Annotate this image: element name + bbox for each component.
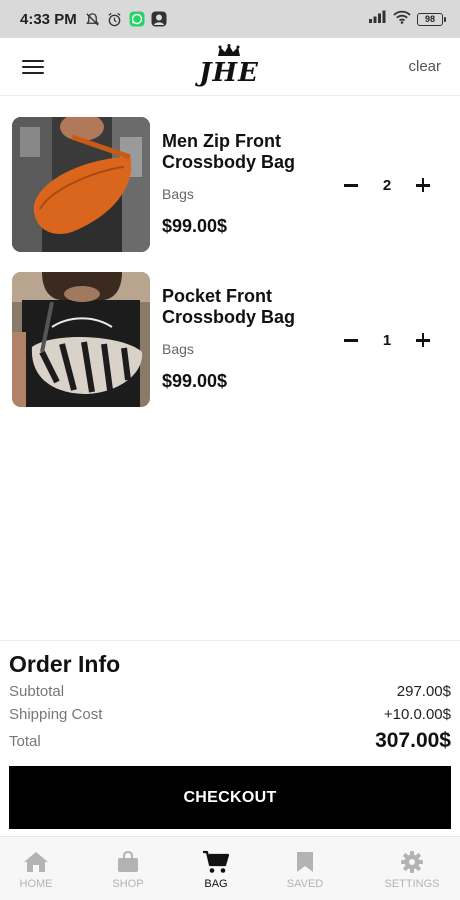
- product-price: $99.00$: [162, 216, 228, 236]
- cart-item: Pocket Front Crossbody Bag Bags $99.00$ …: [12, 272, 448, 408]
- hamburger-menu-icon[interactable]: [20, 56, 46, 78]
- nav-label: HOME: [19, 878, 53, 890]
- bookmark-icon: [296, 851, 314, 873]
- nav-item-saved[interactable]: SAVED: [265, 851, 345, 890]
- product-image[interactable]: [12, 272, 150, 407]
- app-header: JHE clear: [0, 38, 460, 96]
- status-time: 4:33 PM: [20, 10, 77, 28]
- gear-icon: [401, 851, 423, 873]
- logo-text: JHE: [199, 58, 259, 88]
- order-info-panel: Order Info Subtotal 297.00$ Shipping Cos…: [0, 640, 460, 836]
- shipping-row: Shipping Cost +10.0.00$: [9, 706, 451, 723]
- shipping-label: Shipping Cost: [9, 706, 103, 723]
- cart-icon: [202, 850, 230, 873]
- profile-icon: [151, 11, 167, 27]
- quantity-value: 2: [382, 176, 392, 194]
- clear-button[interactable]: clear: [408, 58, 441, 75]
- cart-screen: 4:33 PM 98 JHE clear Men Zip Front Cross…: [0, 0, 460, 900]
- order-info-title: Order Info: [9, 651, 121, 677]
- status-left-icons: [85, 11, 167, 27]
- nav-item-bag[interactable]: BAG: [176, 850, 256, 890]
- nav-label: SAVED: [286, 878, 324, 890]
- cart-item: Men Zip Front Crossbody Bag Bags $99.00$…: [12, 117, 448, 253]
- product-title[interactable]: Pocket Front Crossbody Bag: [162, 286, 322, 328]
- subtotal-row: Subtotal 297.00$: [9, 683, 451, 700]
- product-title[interactable]: Men Zip Front Crossbody Bag: [162, 131, 322, 173]
- brand-logo: JHE: [198, 44, 260, 92]
- status-bar: 4:33 PM 98: [0, 0, 460, 38]
- increase-quantity-button[interactable]: [414, 176, 432, 194]
- increase-quantity-button[interactable]: [414, 331, 432, 349]
- nav-item-settings[interactable]: SETTINGS: [372, 851, 452, 890]
- subtotal-value: 297.00$: [396, 683, 451, 700]
- nav-item-shop[interactable]: SHOP: [88, 851, 168, 890]
- quantity-value: 1: [382, 331, 392, 349]
- product-category: Bags: [162, 341, 194, 357]
- alarm-icon: [107, 11, 123, 27]
- wifi-icon: [393, 10, 411, 29]
- shipping-value: +10.0.00$: [383, 706, 451, 723]
- notifications-off-icon: [85, 11, 101, 27]
- product-image[interactable]: [12, 117, 150, 252]
- nav-label: BAG: [204, 878, 228, 890]
- nav-item-home[interactable]: HOME: [0, 851, 76, 890]
- bottom-nav: HOME SHOP BAG SAVED SETTINGS: [0, 836, 460, 900]
- decrease-quantity-button[interactable]: [342, 331, 360, 349]
- shopping-bag-icon: [117, 851, 139, 873]
- home-icon: [23, 851, 49, 873]
- decrease-quantity-button[interactable]: [342, 176, 360, 194]
- quantity-stepper: 2: [342, 173, 432, 197]
- total-row: Total 307.00$: [9, 729, 451, 753]
- battery-icon: 98: [417, 12, 446, 26]
- whatsapp-icon: [129, 11, 145, 27]
- crown-icon: [218, 44, 240, 56]
- subtotal-label: Subtotal: [9, 683, 65, 700]
- nav-label: SETTINGS: [384, 878, 440, 890]
- total-label: Total: [9, 732, 41, 750]
- product-category: Bags: [162, 186, 194, 202]
- battery-level: 98: [417, 12, 443, 26]
- quantity-stepper: 1: [342, 328, 432, 352]
- checkout-button[interactable]: CHECKOUT: [9, 766, 451, 829]
- signal-icon: [369, 10, 387, 28]
- status-right-icons: 98: [369, 10, 446, 29]
- nav-label: SHOP: [112, 878, 144, 890]
- total-value: 307.00$: [375, 729, 451, 752]
- product-price: $99.00$: [162, 371, 228, 391]
